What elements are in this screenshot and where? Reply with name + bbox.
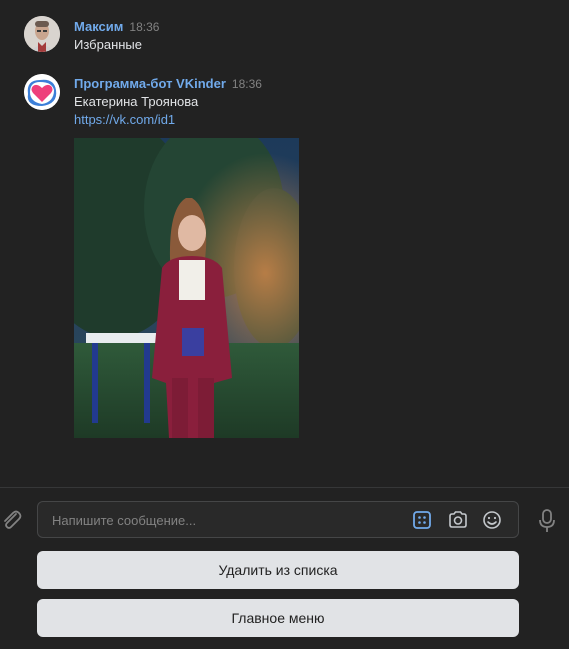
author-name[interactable]: Программа-бот VKinder <box>74 76 226 91</box>
user-avatar-icon <box>24 16 60 52</box>
attached-photo[interactable] <box>74 138 299 438</box>
composer: Напишите сообщение... Удалить из списка … <box>0 487 569 649</box>
message-time: 18:36 <box>129 20 160 34</box>
mic-icon <box>539 509 555 532</box>
attach-button[interactable] <box>0 508 24 532</box>
bot-avatar[interactable] <box>24 74 60 110</box>
message-header: Программа-бот VKinder 18:36 <box>74 76 262 91</box>
keyboard-icon <box>413 511 431 529</box>
message-input[interactable]: Напишите сообщение... <box>37 501 519 538</box>
message-text: Екатерина Троянова <box>74 94 199 109</box>
photo-image <box>74 138 299 438</box>
voice-button[interactable] <box>537 508 557 534</box>
remove-from-list-button[interactable]: Удалить из списка <box>37 551 519 589</box>
camera-icon <box>449 511 467 528</box>
profile-link[interactable]: https://vk.com/id1 <box>74 112 175 127</box>
keyboard-button[interactable] <box>412 510 432 530</box>
user-avatar[interactable] <box>24 16 60 52</box>
message-header: Максим 18:36 <box>74 19 159 34</box>
bot-heart-avatar-icon <box>24 74 60 110</box>
attach-icon <box>4 510 22 529</box>
author-name[interactable]: Максим <box>74 19 123 34</box>
camera-button[interactable] <box>448 510 468 530</box>
emoji-icon <box>483 511 501 529</box>
emoji-button[interactable] <box>482 510 502 530</box>
main-menu-button[interactable]: Главное меню <box>37 599 519 637</box>
message-input-placeholder: Напишите сообщение... <box>52 513 197 528</box>
message-1: Максим 18:36 Избранные <box>0 0 569 60</box>
message-time: 18:36 <box>231 77 262 91</box>
message-text: Избранные <box>74 37 142 52</box>
